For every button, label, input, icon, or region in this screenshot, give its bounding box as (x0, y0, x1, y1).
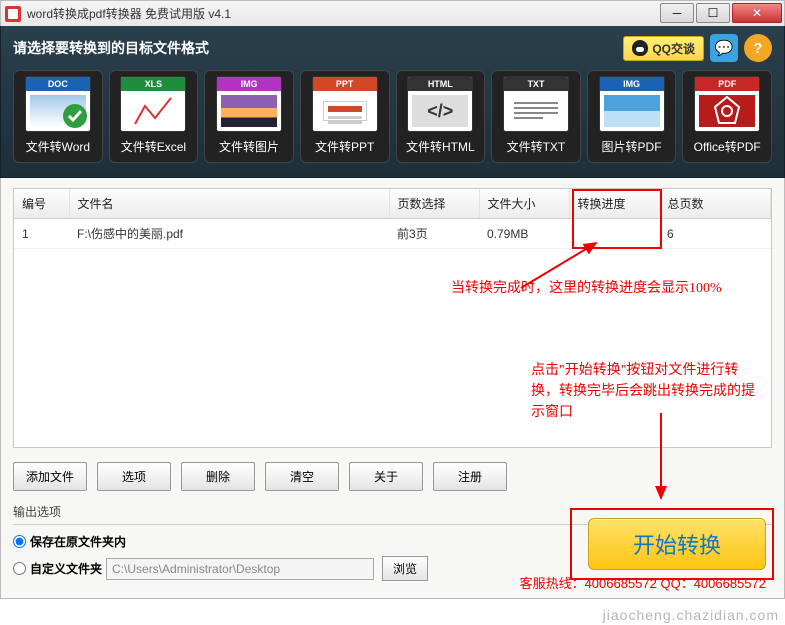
qq-chat-button[interactable]: QQ交谈 (623, 36, 704, 61)
filetype-icon: IMG (216, 76, 282, 132)
filetype-label: 文件转Word (26, 138, 90, 155)
filetype-icon: PPT (312, 76, 378, 132)
cell-name: F:\伤感中的美丽.pdf (69, 219, 389, 249)
annotation-start: 点击"开始转换"按钮对文件进行转换，转换完毕后会跳出转换完成的提示窗口 (531, 360, 761, 423)
output-path-input[interactable] (106, 558, 374, 580)
app-icon (5, 6, 21, 22)
radio-custom-folder-label: 自定义文件夹 (30, 560, 102, 577)
register-button[interactable]: 注册 (433, 462, 507, 491)
col-pages[interactable]: 页数选择 (389, 189, 479, 219)
filetype-card-4[interactable]: HTML</> 文件转HTML (396, 70, 486, 163)
about-button[interactable]: 关于 (349, 462, 423, 491)
window-title: word转换成pdf转换器 免费试用版 v4.1 (27, 5, 660, 22)
filetype-label: Office转PDF (694, 138, 761, 155)
add-file-button[interactable]: 添加文件 (13, 462, 87, 491)
titlebar: word转换成pdf转换器 免费试用版 v4.1 ─ ☐ ✕ (0, 0, 785, 26)
filetype-icon: PDF (694, 76, 760, 132)
qq-chat-label: QQ交谈 (652, 40, 695, 57)
filetype-icon: HTML</> (407, 76, 473, 132)
filetype-label: 文件转PPT (315, 138, 374, 155)
filetype-label: 文件转Excel (121, 138, 186, 155)
panel-subtitle: 请选择要转换到的目标文件格式 (13, 38, 623, 58)
col-name[interactable]: 文件名 (69, 189, 389, 219)
annotation-progress: 当转换完成时，这里的转换进度会显示100% (451, 278, 731, 299)
filetype-label: 图片转PDF (602, 138, 662, 155)
options-button[interactable]: 选项 (97, 462, 171, 491)
cell-total: 6 (659, 219, 771, 249)
cell-pages: 前3页 (389, 219, 479, 249)
filetype-icon: DOC (25, 76, 91, 132)
highlight-progress-column (572, 189, 662, 249)
maximize-button[interactable]: ☐ (696, 3, 730, 23)
filetype-card-3[interactable]: PPT 文件转PPT (300, 70, 390, 163)
filetype-label: 文件转图片 (219, 138, 279, 155)
watermark: jiaocheng.chazidian.com (603, 607, 779, 623)
close-button[interactable]: ✕ (732, 3, 782, 23)
minimize-button[interactable]: ─ (660, 3, 694, 23)
cell-size: 0.79MB (479, 219, 569, 249)
filetype-label: 文件转TXT (507, 138, 566, 155)
cell-no: 1 (14, 219, 69, 249)
delete-button[interactable]: 删除 (181, 462, 255, 491)
col-total[interactable]: 总页数 (659, 189, 771, 219)
help-icon[interactable]: ? (744, 34, 772, 62)
browse-button[interactable]: 浏览 (382, 556, 428, 581)
filetype-label: 文件转HTML (406, 138, 475, 155)
col-no[interactable]: 编号 (14, 189, 69, 219)
format-selector-panel: 请选择要转换到的目标文件格式 QQ交谈 💬 ? DOC 文件转Word XLS 文件转… (0, 26, 785, 178)
filetype-card-5[interactable]: TXT 文件转TXT (491, 70, 581, 163)
main-panel: 编号 文件名 页数选择 文件大小 转换进度 总页数 1F:\伤感中的美丽.pdf… (0, 178, 785, 599)
filetype-card-6[interactable]: IMG 图片转PDF (587, 70, 677, 163)
filetype-card-1[interactable]: XLS 文件转Excel (109, 70, 199, 163)
filetype-card-2[interactable]: IMG 文件转图片 (204, 70, 294, 163)
chat-icon[interactable]: 💬 (710, 34, 738, 62)
hotline-text: 客服热线：4006685572 QQ：4006685572 (520, 573, 766, 592)
clear-button[interactable]: 清空 (265, 462, 339, 491)
filetype-icon: XLS (120, 76, 186, 132)
filetype-icon: TXT (503, 76, 569, 132)
radio-original-folder-label: 保存在原文件夹内 (30, 533, 126, 550)
filetype-card-7[interactable]: PDF Office转PDF (682, 70, 772, 163)
col-size[interactable]: 文件大小 (479, 189, 569, 219)
filetype-icon: IMG (599, 76, 665, 132)
radio-original-folder[interactable] (13, 535, 26, 548)
radio-custom-folder[interactable] (13, 562, 26, 575)
highlight-start-button (570, 508, 774, 580)
filetype-card-0[interactable]: DOC 文件转Word (13, 70, 103, 163)
qq-icon (632, 40, 648, 56)
